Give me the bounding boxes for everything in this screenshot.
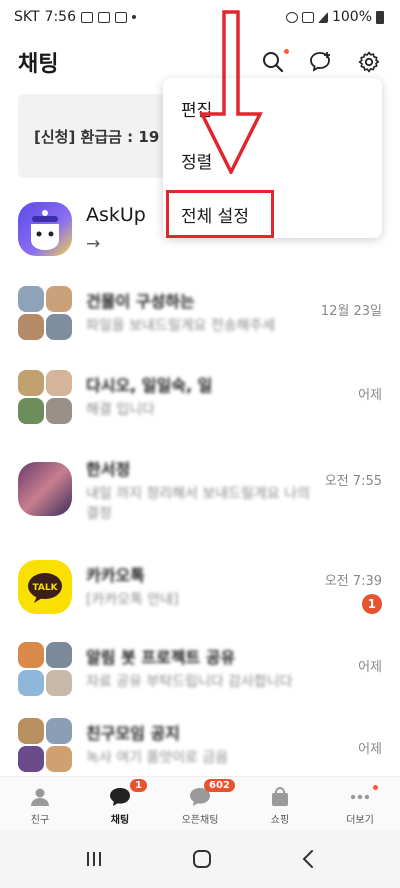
askup-robot-icon — [31, 210, 59, 250]
more-dots-icon — [350, 794, 370, 800]
message-notification-icon — [98, 11, 110, 23]
chat-row[interactable]: 친구모임 공지 녹사 여기 품앗이로 금음 어제 — [0, 716, 400, 776]
tab-label: 친구 — [30, 815, 50, 826]
chat-time: 오전 7:39 — [324, 574, 382, 589]
person-icon — [31, 788, 49, 806]
chat-preview: 내일 까지 정리해서 보내드릴게요 나의 결정 — [86, 486, 310, 522]
chat-name: 다시오, 일일숙, 일 — [86, 376, 213, 395]
gmail-notification-icon — [115, 11, 127, 23]
unread-badge: 1 — [361, 594, 382, 614]
chat-row[interactable]: TALK 카카오톡 [카카오톡 안내] 오전 7:39 1 — [0, 556, 400, 626]
hotspot-icon — [285, 11, 298, 23]
battery-icon — [376, 10, 384, 24]
tab-open-chat[interactable]: 602 오픈채팅 — [160, 777, 240, 830]
chat-preview: 자료 공유 부탁드립니다 감사합니다 — [86, 674, 293, 690]
kakao-avatar: TALK — [18, 560, 72, 614]
home-icon[interactable] — [191, 848, 213, 870]
new-chat-button[interactable] — [308, 49, 334, 75]
chat-name: 건물이 구성하는 — [86, 292, 195, 311]
tab-label: 오픈채팅 — [181, 815, 219, 826]
page-title: 채팅 — [18, 52, 59, 77]
tab-label: 쇼핑 — [270, 815, 290, 826]
tab-chats[interactable]: 1 채팅 — [80, 777, 160, 830]
group-avatar — [18, 286, 72, 340]
chat-preview: [카카오톡 안내] — [86, 592, 179, 608]
chat-time: 어제 — [358, 388, 382, 403]
chat-name: AskUp — [86, 204, 146, 226]
banner-text: [신청] 환급금 : 19 — [34, 127, 160, 146]
back-icon[interactable] — [300, 849, 316, 869]
kakao-talk-icon: TALK — [28, 573, 62, 603]
chat-preview: 파일을 보내드릴게요 전송해주세 — [86, 318, 276, 334]
chat-row[interactable]: 건물이 구성하는 파일을 보내드릴게요 전송해주세 12월 23일 — [0, 284, 400, 354]
askup-avatar — [18, 202, 72, 256]
tab-shopping[interactable]: 쇼핑 — [240, 777, 320, 830]
annotation-arrow — [199, 10, 263, 174]
signal-strength-icon — [317, 11, 328, 23]
clock: 7:56 — [44, 9, 76, 25]
carrier-label: SKT — [14, 9, 40, 25]
recent-apps-icon[interactable] — [84, 850, 104, 868]
profile-avatar — [18, 462, 72, 516]
settings-button[interactable] — [356, 49, 382, 75]
chat-preview: 해결 입니다 — [86, 402, 155, 418]
group-avatar — [18, 718, 72, 772]
svg-text:TALK: TALK — [32, 583, 58, 593]
unread-badge: 602 — [204, 779, 235, 792]
highlight-box — [166, 190, 274, 238]
tab-more[interactable]: 더보기 — [320, 777, 400, 830]
chat-name: 친구모임 공지 — [86, 724, 180, 743]
gear-icon — [358, 51, 380, 73]
more-notifications-icon — [132, 15, 136, 19]
shopping-bag-icon — [272, 787, 288, 806]
chat-time: 12월 23일 — [320, 304, 382, 319]
chat-row[interactable]: 다시오, 일일숙, 일 해결 입니다 어제 — [0, 368, 400, 438]
chat-preview: 녹사 여기 품앗이로 금음 — [86, 750, 229, 766]
tab-friends[interactable]: 친구 — [0, 777, 80, 830]
bottom-tab-bar: 친구 1 채팅 602 오픈채팅 쇼핑 더보기 — [0, 776, 400, 830]
unread-badge: 1 — [130, 779, 147, 792]
group-avatar — [18, 370, 72, 424]
chat-time: 어제 — [358, 660, 382, 675]
chat-row[interactable]: 한서정 내일 까지 정리해서 보내드릴게요 나의 결정 오전 7:55 — [0, 452, 400, 542]
chat-bubble-icon — [110, 788, 130, 806]
chat-time: 어제 — [358, 742, 382, 757]
chat-name: 한서정 — [86, 460, 131, 479]
new-chat-icon — [310, 52, 330, 72]
chat-row[interactable]: 알림 봇 프로젝트 공유 자료 공유 부탁드립니다 감사합니다 어제 — [0, 640, 400, 710]
system-navigation-bar — [0, 830, 400, 888]
group-avatar — [18, 642, 72, 696]
chat-time: 오전 7:55 — [324, 474, 382, 489]
battery-percent: 100% — [331, 9, 372, 25]
chat-name: 카카오톡 — [86, 566, 145, 585]
tab-label: 채팅 — [110, 815, 130, 826]
search-new-dot — [284, 49, 289, 54]
image-notification-icon — [81, 11, 93, 23]
chat-name: 알림 봇 프로젝트 공유 — [86, 648, 236, 667]
5g-signal-icon — [301, 11, 314, 23]
new-dot — [373, 785, 378, 790]
tab-label: 더보기 — [346, 815, 374, 826]
